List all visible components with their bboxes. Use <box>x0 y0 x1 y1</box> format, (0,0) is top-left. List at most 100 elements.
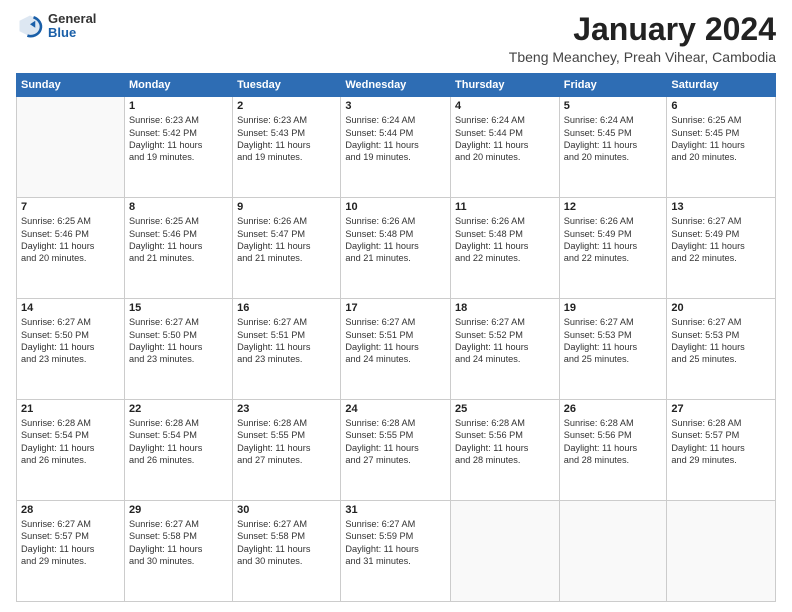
day-content: Sunrise: 6:23 AM Sunset: 5:43 PM Dayligh… <box>237 114 336 164</box>
table-row: 3 Sunrise: 6:24 AM Sunset: 5:44 PM Daylig… <box>341 97 451 198</box>
day-number: 25 <box>455 403 555 415</box>
day-content: Sunrise: 6:24 AM Sunset: 5:44 PM Dayligh… <box>455 114 555 164</box>
table-row: 17 Sunrise: 6:27 AM Sunset: 5:51 PM Dayli… <box>341 299 451 400</box>
day-content: Sunrise: 6:27 AM Sunset: 5:59 PM Dayligh… <box>345 518 446 568</box>
col-monday: Monday <box>124 74 232 97</box>
table-row: 28Sunrise: 6:27 AM Sunset: 5:57 PM Dayli… <box>17 501 125 602</box>
logo-blue-label: Blue <box>48 26 96 40</box>
day-content: Sunrise: 6:25 AM Sunset: 5:46 PM Dayligh… <box>21 215 120 265</box>
day-content: Sunrise: 6:27 AM Sunset: 5:52 PM Dayligh… <box>455 316 555 366</box>
day-number: 11 <box>455 201 555 213</box>
day-content: Sunrise: 6:23 AM Sunset: 5:42 PM Dayligh… <box>129 114 228 164</box>
table-row: 25 Sunrise: 6:28 AM Sunset: 5:56 PM Dayli… <box>451 400 560 501</box>
table-row <box>17 97 125 198</box>
day-number: 30 <box>237 504 336 516</box>
table-row: 15Sunrise: 6:27 AM Sunset: 5:50 PM Dayli… <box>124 299 232 400</box>
calendar-header-row: Sunday Monday Tuesday Wednesday Thursday… <box>17 74 776 97</box>
title-block: January 2024 Tbeng Meanchey, Preah Vihea… <box>509 12 776 65</box>
table-row: 11 Sunrise: 6:26 AM Sunset: 5:48 PM Dayli… <box>451 198 560 299</box>
table-row: 8 Sunrise: 6:25 AM Sunset: 5:46 PM Daylig… <box>124 198 232 299</box>
day-content: Sunrise: 6:27 AM Sunset: 5:51 PM Dayligh… <box>237 316 336 366</box>
day-content: Sunrise: 6:26 AM Sunset: 5:48 PM Dayligh… <box>455 215 555 265</box>
col-thursday: Thursday <box>451 74 560 97</box>
day-number: 28 <box>21 504 120 516</box>
table-row: 22 Sunrise: 6:28 AM Sunset: 5:54 PM Dayli… <box>124 400 232 501</box>
day-number: 17 <box>345 302 446 314</box>
table-row: 13 Sunrise: 6:27 AM Sunset: 5:49 PM Dayli… <box>667 198 776 299</box>
day-content: Sunrise: 6:28 AM Sunset: 5:56 PM Dayligh… <box>564 417 663 467</box>
day-content: Sunrise: 6:28 AM Sunset: 5:54 PM Dayligh… <box>21 417 120 467</box>
day-number: 1 <box>129 100 228 112</box>
table-row <box>451 501 560 602</box>
day-number: 14 <box>21 302 120 314</box>
table-row: 29 Sunrise: 6:27 AM Sunset: 5:58 PM Dayli… <box>124 501 232 602</box>
day-content: Sunrise: 6:26 AM Sunset: 5:49 PM Dayligh… <box>564 215 663 265</box>
day-content: Sunrise: 6:28 AM Sunset: 5:56 PM Dayligh… <box>455 417 555 467</box>
day-number: 29 <box>129 504 228 516</box>
day-number: 20 <box>671 302 771 314</box>
day-content: Sunrise: 6:24 AM Sunset: 5:45 PM Dayligh… <box>564 114 663 164</box>
day-content: Sunrise: 6:28 AM Sunset: 5:54 PM Dayligh… <box>129 417 228 467</box>
page: General Blue January 2024 Tbeng Meanchey… <box>0 0 792 612</box>
logo-icon <box>16 12 44 40</box>
logo-text: General Blue <box>48 12 96 41</box>
day-content: Sunrise: 6:26 AM Sunset: 5:47 PM Dayligh… <box>237 215 336 265</box>
day-number: 31 <box>345 504 446 516</box>
logo-general-label: General <box>48 12 96 26</box>
table-row: 19Sunrise: 6:27 AM Sunset: 5:53 PM Dayli… <box>559 299 667 400</box>
table-row: 31 Sunrise: 6:27 AM Sunset: 5:59 PM Dayli… <box>341 501 451 602</box>
table-row: 7 Sunrise: 6:25 AM Sunset: 5:46 PM Daylig… <box>17 198 125 299</box>
day-content: Sunrise: 6:27 AM Sunset: 5:51 PM Dayligh… <box>345 316 446 366</box>
day-number: 7 <box>21 201 120 213</box>
table-row <box>559 501 667 602</box>
table-row: 6 Sunrise: 6:25 AM Sunset: 5:45 PM Daylig… <box>667 97 776 198</box>
table-row: 26 Sunrise: 6:28 AM Sunset: 5:56 PM Dayli… <box>559 400 667 501</box>
day-content: Sunrise: 6:24 AM Sunset: 5:44 PM Dayligh… <box>345 114 446 164</box>
header: General Blue January 2024 Tbeng Meanchey… <box>16 12 776 65</box>
day-number: 27 <box>671 403 771 415</box>
day-content: Sunrise: 6:27 AM Sunset: 5:49 PM Dayligh… <box>671 215 771 265</box>
table-row: 27 Sunrise: 6:28 AM Sunset: 5:57 PM Dayli… <box>667 400 776 501</box>
day-number: 13 <box>671 201 771 213</box>
table-row: 9 Sunrise: 6:26 AM Sunset: 5:47 PM Daylig… <box>233 198 341 299</box>
day-number: 23 <box>237 403 336 415</box>
day-number: 19 <box>564 302 663 314</box>
day-number: 5 <box>564 100 663 112</box>
day-number: 16 <box>237 302 336 314</box>
day-content: Sunrise: 6:26 AM Sunset: 5:48 PM Dayligh… <box>345 215 446 265</box>
table-row: 14Sunrise: 6:27 AM Sunset: 5:50 PM Dayli… <box>17 299 125 400</box>
day-content: Sunrise: 6:28 AM Sunset: 5:55 PM Dayligh… <box>345 417 446 467</box>
table-row: 12 Sunrise: 6:26 AM Sunset: 5:49 PM Dayli… <box>559 198 667 299</box>
col-tuesday: Tuesday <box>233 74 341 97</box>
table-row <box>667 501 776 602</box>
table-row: 4 Sunrise: 6:24 AM Sunset: 5:44 PM Daylig… <box>451 97 560 198</box>
day-content: Sunrise: 6:27 AM Sunset: 5:58 PM Dayligh… <box>129 518 228 568</box>
table-row: 16 Sunrise: 6:27 AM Sunset: 5:51 PM Dayli… <box>233 299 341 400</box>
table-row: 21 Sunrise: 6:28 AM Sunset: 5:54 PM Dayli… <box>17 400 125 501</box>
day-number: 18 <box>455 302 555 314</box>
day-number: 3 <box>345 100 446 112</box>
main-title: January 2024 <box>509 12 776 47</box>
col-sunday: Sunday <box>17 74 125 97</box>
subtitle: Tbeng Meanchey, Preah Vihear, Cambodia <box>509 49 776 65</box>
day-number: 2 <box>237 100 336 112</box>
day-content: Sunrise: 6:28 AM Sunset: 5:55 PM Dayligh… <box>237 417 336 467</box>
day-number: 22 <box>129 403 228 415</box>
day-number: 4 <box>455 100 555 112</box>
day-number: 26 <box>564 403 663 415</box>
day-number: 8 <box>129 201 228 213</box>
table-row: 24Sunrise: 6:28 AM Sunset: 5:55 PM Dayli… <box>341 400 451 501</box>
day-number: 6 <box>671 100 771 112</box>
day-content: Sunrise: 6:25 AM Sunset: 5:45 PM Dayligh… <box>671 114 771 164</box>
day-number: 21 <box>21 403 120 415</box>
day-number: 9 <box>237 201 336 213</box>
table-row: 23 Sunrise: 6:28 AM Sunset: 5:55 PM Dayli… <box>233 400 341 501</box>
table-row: 5 Sunrise: 6:24 AM Sunset: 5:45 PM Daylig… <box>559 97 667 198</box>
col-wednesday: Wednesday <box>341 74 451 97</box>
col-friday: Friday <box>559 74 667 97</box>
day-content: Sunrise: 6:28 AM Sunset: 5:57 PM Dayligh… <box>671 417 771 467</box>
day-number: 12 <box>564 201 663 213</box>
col-saturday: Saturday <box>667 74 776 97</box>
table-row: 2 Sunrise: 6:23 AM Sunset: 5:43 PM Daylig… <box>233 97 341 198</box>
day-content: Sunrise: 6:25 AM Sunset: 5:46 PM Dayligh… <box>129 215 228 265</box>
